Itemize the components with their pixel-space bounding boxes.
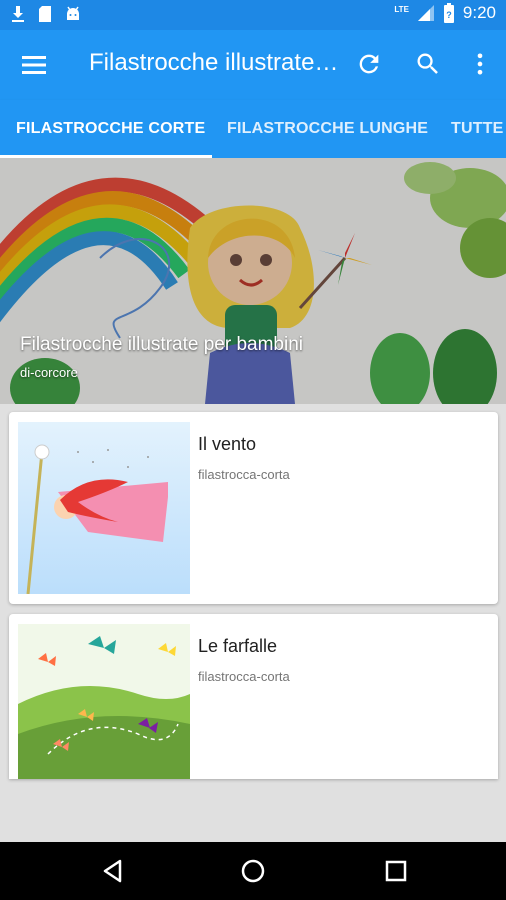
more-vert-icon[interactable] — [466, 50, 494, 78]
network-type: LTE — [394, 4, 409, 14]
card-thumbnail — [18, 624, 190, 779]
tab-filastrocche-corte[interactable]: FILASTROCCHE CORTE — [16, 120, 205, 138]
card-category: filastrocca-corta — [198, 669, 290, 684]
hero-title: Filastrocche illustrate per bambini — [20, 334, 304, 355]
card-title: Il vento — [198, 434, 257, 454]
svg-text:?: ? — [446, 10, 452, 20]
system-icons: LTE ? 9:20 — [394, 3, 496, 23]
navigation-bar — [0, 842, 506, 900]
card-category: filastrocca-corta — [198, 467, 290, 482]
android-icon — [67, 6, 79, 20]
app-bar: Filastrocche illustrate per bambini — [0, 30, 506, 100]
list-item-le-farfalle[interactable]: Le farfalle filastrocca-corta — [9, 614, 498, 779]
refresh-icon[interactable] — [355, 50, 383, 78]
signal-icon — [417, 5, 434, 21]
tab-bar: FILASTROCCHE CORTE FILASTROCCHE LUNGHE T… — [0, 100, 506, 158]
hero-author: di-corcore — [20, 365, 78, 380]
back-icon[interactable] — [98, 856, 128, 886]
notification-icons — [10, 5, 82, 23]
hero-banner[interactable]: Filastrocche illustrate per bambini di-c… — [0, 158, 506, 404]
sd-card-icon — [39, 6, 51, 22]
status-bar: LTE ? 9:20 — [0, 0, 506, 30]
download-icon — [12, 6, 24, 22]
search-icon[interactable] — [414, 50, 442, 78]
card-thumbnail — [18, 422, 190, 594]
list-item-il-vento[interactable]: Il vento filastrocca-corta — [9, 412, 498, 604]
recents-icon[interactable] — [381, 856, 411, 886]
app-title: Filastrocche illustrate per bambini — [89, 49, 339, 76]
home-icon[interactable] — [238, 856, 268, 886]
tab-tutte[interactable]: TUTTE — [451, 120, 504, 138]
menu-icon[interactable] — [20, 52, 48, 78]
tab-filastrocche-lunghe[interactable]: FILASTROCCHE LUNGHE — [227, 120, 428, 138]
battery-icon: ? — [443, 3, 454, 23]
card-title: Le farfalle — [198, 636, 278, 656]
clock: 9:20 — [462, 3, 496, 22]
